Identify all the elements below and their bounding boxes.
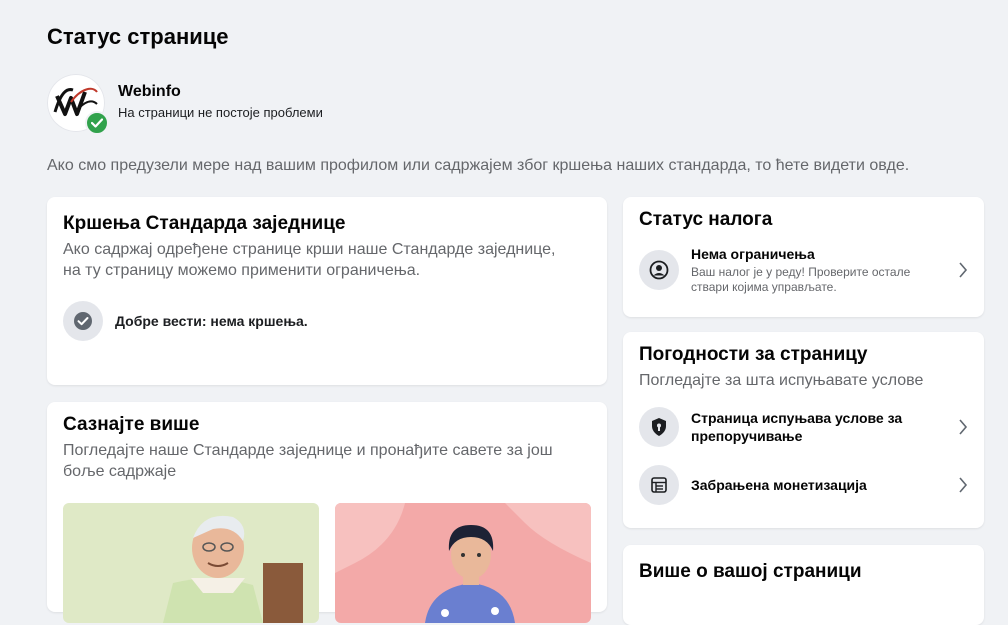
good-news-label: Добре вести: нема кршења. [115, 313, 308, 329]
benefits-subtitle: Погледајте за шта испуњавате услове [639, 372, 924, 389]
account-status-row[interactable]: Нема ограничења Ваш налог је у реду! Про… [639, 245, 968, 295]
user-circle-icon [639, 250, 679, 290]
violations-subtitle: Ако садржај одређене странице крши наше … [63, 239, 591, 281]
benefit-monetization-text: Забрањена монетизација [691, 476, 948, 494]
learn-more-subtitle-line2: боље садржаје [63, 463, 177, 480]
more-about-page-title: Више о вашој страници [639, 561, 862, 582]
page-name[interactable]: Webinfo [118, 83, 323, 101]
chevron-right-icon [948, 476, 968, 494]
benefit-row-monetization[interactable]: Забрањена монетизација [639, 465, 968, 505]
account-status-title: Статус налога [639, 209, 773, 230]
avatar[interactable] [47, 74, 109, 135]
shield-icon [639, 407, 679, 447]
learn-more-title: Сазнајте више [63, 414, 200, 435]
violations-card: Кршења Стандарда заједнице Ако садржај о… [47, 197, 607, 385]
account-status-desc-line1: Ваш налог је у реду! Проверите остале [691, 265, 911, 279]
benefit-recommendation-text: Страница испуњава услове за препоручивањ… [691, 409, 948, 445]
page-benefits-card: Погодности за страницу Погледајте за шта… [623, 332, 984, 528]
more-about-page-card: Више о вашој страници [623, 545, 984, 625]
benefit-monetization-label: Забрањена монетизација [691, 477, 867, 493]
learn-more-card: Сазнајте више Погледајте наше Стандарде … [47, 402, 607, 623]
monetization-icon [639, 465, 679, 505]
account-status-item-desc: Ваш налог је у реду! Проверите остале ст… [691, 265, 948, 295]
chevron-right-icon [948, 261, 968, 279]
benefits-title: Погодности за страницу [639, 344, 868, 365]
violations-subtitle-line2: на ту страницу можемо применити ограниче… [63, 262, 421, 279]
check-circle-icon [63, 301, 103, 341]
page-title: Статус странице [47, 24, 229, 49]
account-status-card: Статус налога Нема ограничења Ваш налог … [623, 197, 984, 317]
account-status-item-title: Нема ограничења [691, 246, 815, 262]
account-status-text: Нема ограничења Ваш налог је у реду! Про… [691, 245, 948, 295]
intro-text: Ако смо предузели мере над вашим профило… [47, 157, 910, 174]
learn-more-subtitle-line1: Погледајте наше Стандарде заједнице и пр… [63, 442, 553, 459]
page-name-block: Webinfo На страници не постоје проблеми [118, 83, 323, 120]
chevron-right-icon [948, 418, 968, 436]
good-news-row: Добре вести: нема кршења. [63, 301, 591, 341]
illustration-elderly-man[interactable] [63, 503, 319, 623]
benefit-recommendation-line2: препоручивање [691, 428, 803, 444]
benefit-recommendation-line1: Страница испуњава услове за [691, 410, 903, 426]
verified-check-icon [85, 111, 109, 135]
illustrations [63, 503, 591, 623]
illustration-person-pink[interactable] [335, 503, 591, 623]
page-header: Webinfo На страници не постоје проблеми [47, 74, 323, 135]
learn-more-subtitle: Погледајте наше Стандарде заједнице и пр… [63, 440, 591, 482]
account-status-desc-line2: ствари којима управљате. [691, 280, 837, 294]
violations-subtitle-line1: Ако садржај одређене странице крши наше … [63, 241, 556, 258]
violations-title: Кршења Стандарда заједнице [63, 213, 346, 234]
benefit-row-recommendation[interactable]: Страница испуњава услове за препоручивањ… [639, 407, 968, 447]
page-status-text: На страници не постоје проблеми [118, 104, 323, 120]
